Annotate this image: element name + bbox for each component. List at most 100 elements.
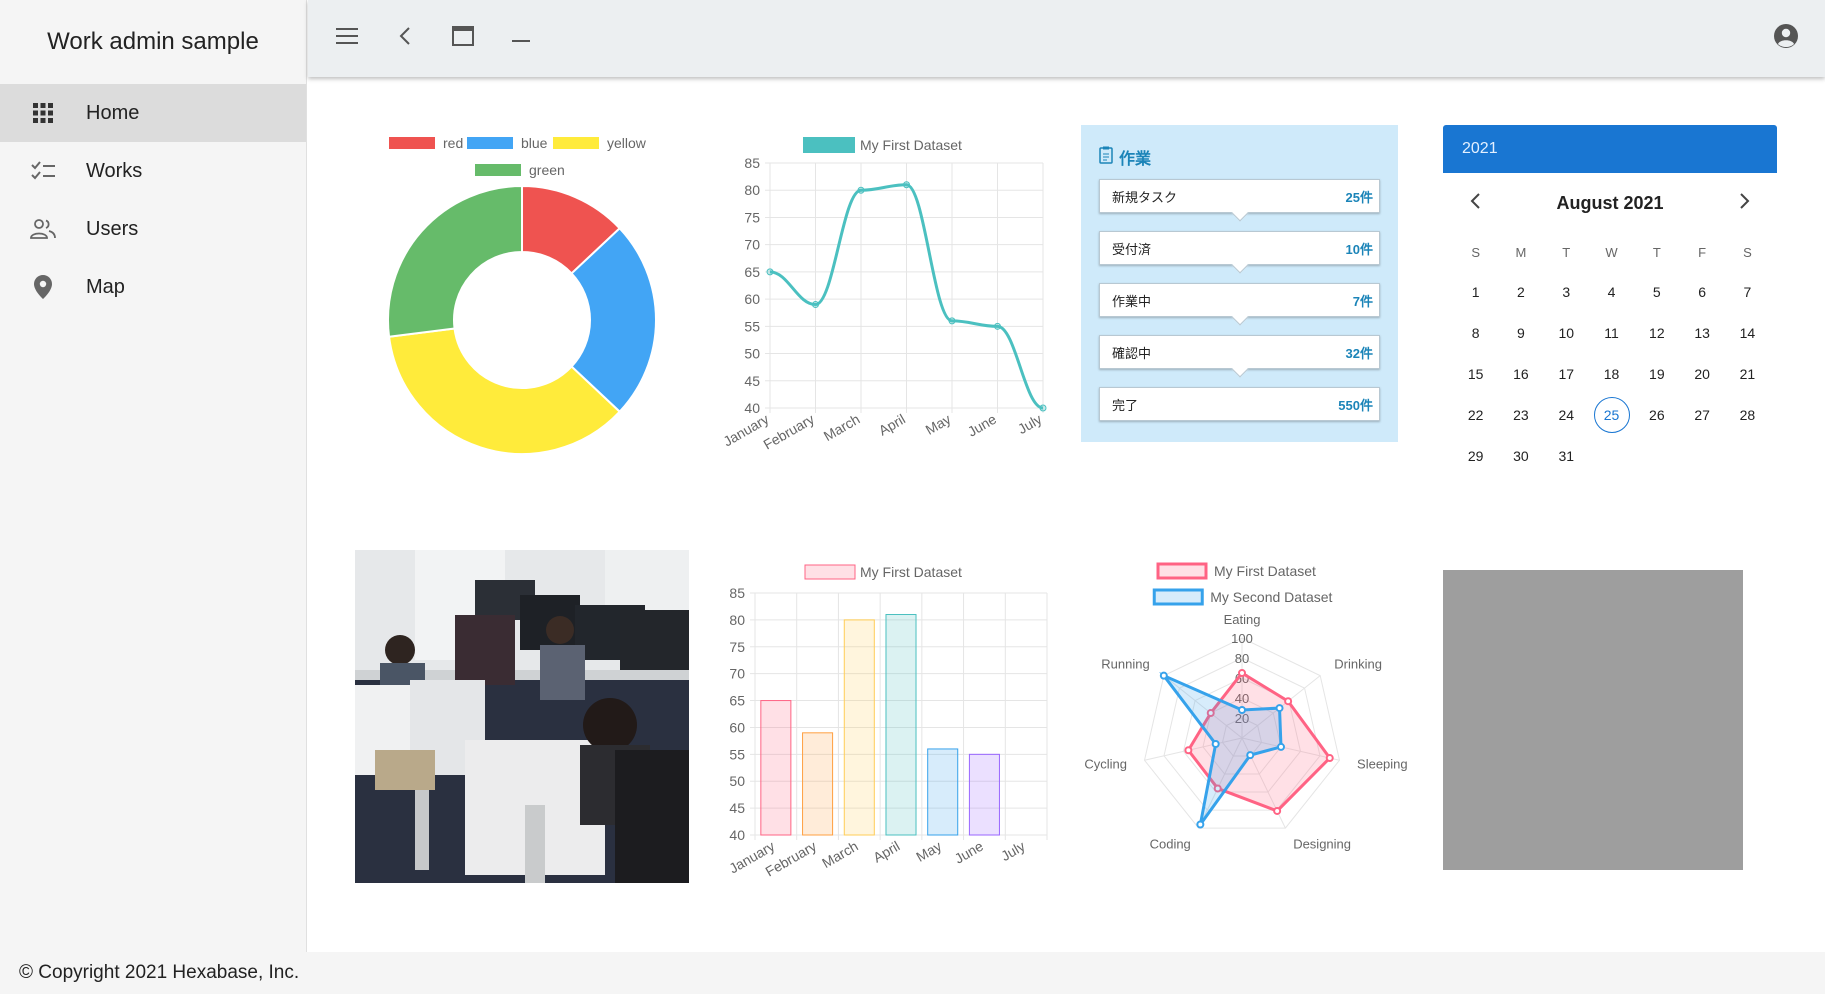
radar-point xyxy=(1196,820,1205,829)
copyright-text: © Copyright 2021 Hexabase, Inc. xyxy=(19,962,300,983)
calendar-weekday: T xyxy=(1562,244,1571,260)
bar-chart-card: My First Dataset 40 45 50 55 60 65 70 75 80 85 Janu… xyxy=(715,555,1055,895)
calendar-day-number: 28 xyxy=(1739,406,1756,423)
sidebar-item-home[interactable]: Home xyxy=(0,84,306,142)
clipboard-icon xyxy=(1099,146,1113,169)
back-button[interactable] xyxy=(376,10,434,68)
calendar-day[interactable]: 31 xyxy=(1544,435,1589,476)
calendar-day[interactable]: 20 xyxy=(1679,353,1724,394)
radar-axis-label: Designing xyxy=(1293,836,1351,851)
x-tick-label: June xyxy=(965,411,999,440)
radar-point xyxy=(1275,704,1284,713)
task-item-label: 作業中 xyxy=(1112,293,1152,309)
calendar-day[interactable]: 21 xyxy=(1725,353,1770,394)
y-tick-label: 85 xyxy=(729,585,745,601)
calendar-day[interactable]: 22 xyxy=(1453,394,1498,435)
radar-point xyxy=(1211,740,1220,749)
menu-button[interactable] xyxy=(318,10,376,68)
calendar-day[interactable]: 23 xyxy=(1498,394,1543,435)
radar-point xyxy=(1246,751,1255,760)
radar-axis-label: Drinking xyxy=(1334,656,1382,671)
calendar-day[interactable]: 10 xyxy=(1544,312,1589,353)
task-item-count: 7件 xyxy=(1352,293,1373,309)
calendar-day[interactable]: 5 xyxy=(1634,271,1679,312)
account-icon xyxy=(1773,23,1799,54)
calendar-month-label[interactable]: August 2021 xyxy=(1556,193,1663,214)
task-item-in-progress[interactable]: 作業中 7件 xyxy=(1099,283,1380,326)
task-item-checking[interactable]: 確認中 32件 xyxy=(1099,335,1380,378)
calendar-day[interactable]: 27 xyxy=(1679,394,1724,435)
bar xyxy=(968,753,1000,836)
line-point xyxy=(766,268,774,276)
office-photo-image xyxy=(355,550,689,883)
calendar-day[interactable]: 9 xyxy=(1498,312,1543,353)
calendar-day-number: 8 xyxy=(1471,324,1480,341)
line-point xyxy=(812,301,819,309)
radar-tick-label: 80 xyxy=(1235,651,1249,666)
calendar-day[interactable]: 19 xyxy=(1634,353,1679,394)
calendar-day-number: 10 xyxy=(1558,324,1575,341)
calendar-day[interactable]: 7 xyxy=(1725,271,1770,312)
y-tick-label: 65 xyxy=(729,693,745,709)
sidebar: Work admin sample Home Works Users Map xyxy=(0,0,307,952)
minimize-button[interactable] xyxy=(492,10,550,68)
app-root: Work admin sample Home Works Users Map r… xyxy=(0,0,1825,994)
radar-point xyxy=(1276,742,1285,751)
calendar-day[interactable]: 8 xyxy=(1453,312,1498,353)
task-item-count: 25件 xyxy=(1345,189,1373,205)
calendar-day-number: 17 xyxy=(1558,365,1575,382)
radar-point xyxy=(1238,706,1246,714)
account-button[interactable] xyxy=(1757,10,1815,68)
sidebar-item-map[interactable]: Map xyxy=(0,258,306,316)
chevron-right-icon[interactable] xyxy=(1733,192,1757,214)
legend-swatch xyxy=(803,137,855,153)
calendar-day[interactable]: 4 xyxy=(1589,271,1634,312)
bar-chart: My First Dataset40455055606570758085Janu… xyxy=(726,564,1048,880)
y-tick-label: 55 xyxy=(744,318,760,334)
legend-label: My First Dataset xyxy=(860,564,962,580)
calendar-day[interactable]: 26 xyxy=(1634,394,1679,435)
calendar-day[interactable]: 1 xyxy=(1453,271,1498,312)
calendar-day[interactable]: 29 xyxy=(1453,435,1498,476)
calendar-day[interactable]: 16 xyxy=(1498,353,1543,394)
line-point xyxy=(857,186,865,194)
calendar-day[interactable]: 13 xyxy=(1679,312,1724,353)
calendar: 2021 August 2021 S M T W T F S 1 2 3 4 5 6 7 8 9 10 11 12 1… xyxy=(1443,125,1777,485)
calendar-day-number: 12 xyxy=(1649,324,1665,341)
calendar-day[interactable]: 28 xyxy=(1725,394,1770,435)
calendar-day-number: 22 xyxy=(1467,406,1484,423)
calendar-day[interactable]: 24 xyxy=(1544,394,1589,435)
y-tick-label: 75 xyxy=(729,639,745,655)
calendar-day-number: 15 xyxy=(1467,365,1484,382)
calendar-day[interactable]: 2 xyxy=(1498,271,1543,312)
calendar-day-number: 24 xyxy=(1558,406,1575,423)
calendar-day[interactable]: 15 xyxy=(1453,353,1498,394)
calendar-year-header[interactable]: 2021 xyxy=(1443,125,1777,173)
calendar-day[interactable]: 12 xyxy=(1634,312,1679,353)
legend-label: My Second Dataset xyxy=(1210,589,1332,605)
chevron-left-icon[interactable] xyxy=(1463,192,1487,214)
x-tick-label: May xyxy=(913,838,944,865)
sidebar-item-users[interactable]: Users xyxy=(0,200,306,258)
y-tick-label: 50 xyxy=(744,346,760,362)
calendar-day[interactable]: 25 xyxy=(1589,394,1634,435)
calendar-day[interactable]: 17 xyxy=(1544,353,1589,394)
task-item-done[interactable]: 完了 550件 xyxy=(1099,387,1380,421)
window-button[interactable] xyxy=(434,10,492,68)
task-item-accepted[interactable]: 受付済 10件 xyxy=(1099,231,1380,274)
calendar-day[interactable]: 30 xyxy=(1498,435,1543,476)
calendar-weekday: T xyxy=(1652,244,1661,260)
sidebar-item-works[interactable]: Works xyxy=(0,142,306,200)
task-item-new[interactable]: 新規タスク 25件 xyxy=(1099,179,1380,222)
calendar-day-number: 11 xyxy=(1604,324,1619,341)
calendar-day[interactable]: 18 xyxy=(1589,353,1634,394)
legend-label: green xyxy=(529,162,565,178)
calendar-day[interactable]: 11 xyxy=(1589,312,1634,353)
calendar-day[interactable]: 14 xyxy=(1725,312,1770,353)
calendar-day[interactable]: 3 xyxy=(1544,271,1589,312)
calendar-day[interactable]: 6 xyxy=(1679,271,1724,312)
task-item-label: 確認中 xyxy=(1112,345,1152,361)
sidebar-item-label: Users xyxy=(86,217,139,240)
y-tick-label: 45 xyxy=(744,373,760,389)
calendar-day-number: 31 xyxy=(1558,447,1575,464)
